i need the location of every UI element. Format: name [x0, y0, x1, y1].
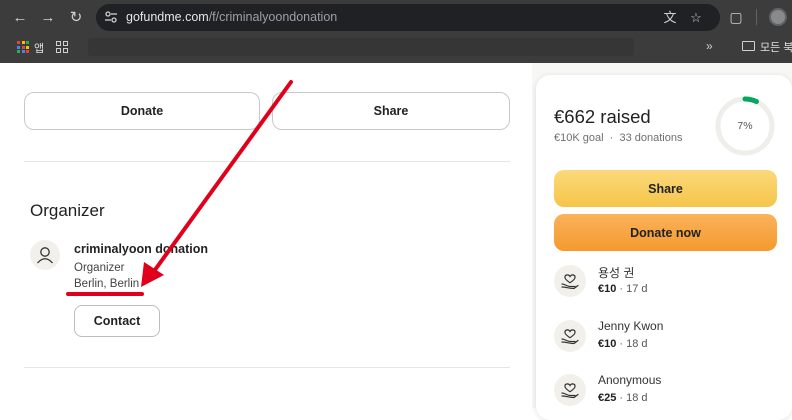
donor-name: Jenny Kwon: [598, 319, 664, 333]
donation-amount: €25: [598, 392, 617, 404]
organizer-heading: Organizer: [30, 201, 105, 220]
donor-heart-hand-icon: [554, 374, 586, 406]
bookmarks-overflow-button[interactable]: »: [706, 39, 713, 53]
donation-age: 18 d: [626, 338, 648, 350]
all-bookmarks-folder[interactable]: 모든 북: [760, 39, 792, 55]
donation-age: 18 d: [626, 392, 648, 404]
url-text: gofundme.com/f/criminalyoondonation: [126, 10, 337, 24]
donation-item: Jenny Kwon €10 · 18 d: [554, 319, 774, 359]
donor-name: Anonymous: [598, 373, 662, 387]
url-path: /f/criminalyoondonation: [208, 10, 338, 24]
donor-heart-hand-icon: [554, 265, 586, 297]
donor-name: 용성 권: [598, 266, 635, 280]
apps-icon[interactable]: [17, 41, 29, 53]
progress-percent: 7%: [737, 120, 753, 132]
toolbar-divider: [756, 9, 757, 25]
campaign-main-column: Donate Share Organizer criminalyoon dona…: [0, 63, 532, 408]
tab-groups-icon[interactable]: [56, 41, 68, 53]
organizer-location: Berlin, Berlin: [74, 278, 140, 290]
donor-heart-hand-icon: [554, 320, 586, 352]
extensions-icon[interactable]: ▢: [727, 8, 745, 26]
donation-item: 용성 권 €10 · 17 d: [554, 264, 774, 304]
share-cta-button[interactable]: Share: [554, 170, 777, 207]
goal-line: €10K goal · 33 donations: [554, 132, 682, 144]
donation-item: Anonymous €25 · 18 d: [554, 373, 774, 413]
organizer-avatar: [30, 240, 60, 270]
donation-meta: €25 · 18 d: [598, 392, 648, 404]
page-content: Donate Share Organizer criminalyoon dona…: [0, 63, 792, 420]
forward-arrow-icon[interactable]: →: [38, 8, 58, 28]
share-button[interactable]: Share: [272, 92, 510, 130]
contact-button[interactable]: Contact: [74, 305, 160, 337]
organizer-name: criminalyoon donation: [74, 242, 209, 256]
organizer-role: Organizer: [74, 262, 125, 274]
section-divider: [24, 161, 510, 162]
donation-age: 17 d: [626, 283, 648, 295]
donate-button[interactable]: Donate: [24, 92, 260, 130]
folder-icon: [742, 41, 755, 51]
donate-now-button[interactable]: Donate now: [554, 214, 777, 251]
amount-raised: €662 raised: [554, 106, 651, 127]
url-domain: gofundme.com: [126, 10, 209, 24]
bookmarks-bar: 앱 » 모든 북: [0, 35, 792, 61]
donation-amount: €10: [598, 338, 617, 350]
donation-meta: €10 · 18 d: [598, 338, 648, 350]
goal-amount: €10K goal: [554, 132, 604, 144]
back-arrow-icon[interactable]: ←: [10, 8, 30, 28]
donation-amount: €10: [598, 283, 617, 295]
donation-card: €662 raised €10K goal · 33 donations 7% …: [536, 75, 792, 420]
goal-separator: ·: [609, 132, 614, 144]
translate-icon[interactable]: 文: [662, 10, 678, 26]
section-divider: [24, 367, 510, 368]
profile-avatar[interactable]: [769, 8, 787, 26]
address-bar[interactable]: gofundme.com/f/criminalyoondonation 文 ☆: [96, 4, 720, 31]
person-icon: [37, 247, 53, 264]
donations-count: 33 donations: [619, 132, 683, 144]
apps-label[interactable]: 앱: [34, 40, 44, 56]
bookmarks-redacted: [88, 38, 634, 56]
browser-chrome: ← → ↻ gofundme.com/f/criminalyoondonatio…: [0, 0, 792, 63]
donation-meta: €10 · 17 d: [598, 283, 648, 295]
reload-icon[interactable]: ↻: [66, 8, 86, 28]
bookmark-star-icon[interactable]: ☆: [688, 10, 704, 26]
site-settings-icon[interactable]: [104, 10, 118, 24]
